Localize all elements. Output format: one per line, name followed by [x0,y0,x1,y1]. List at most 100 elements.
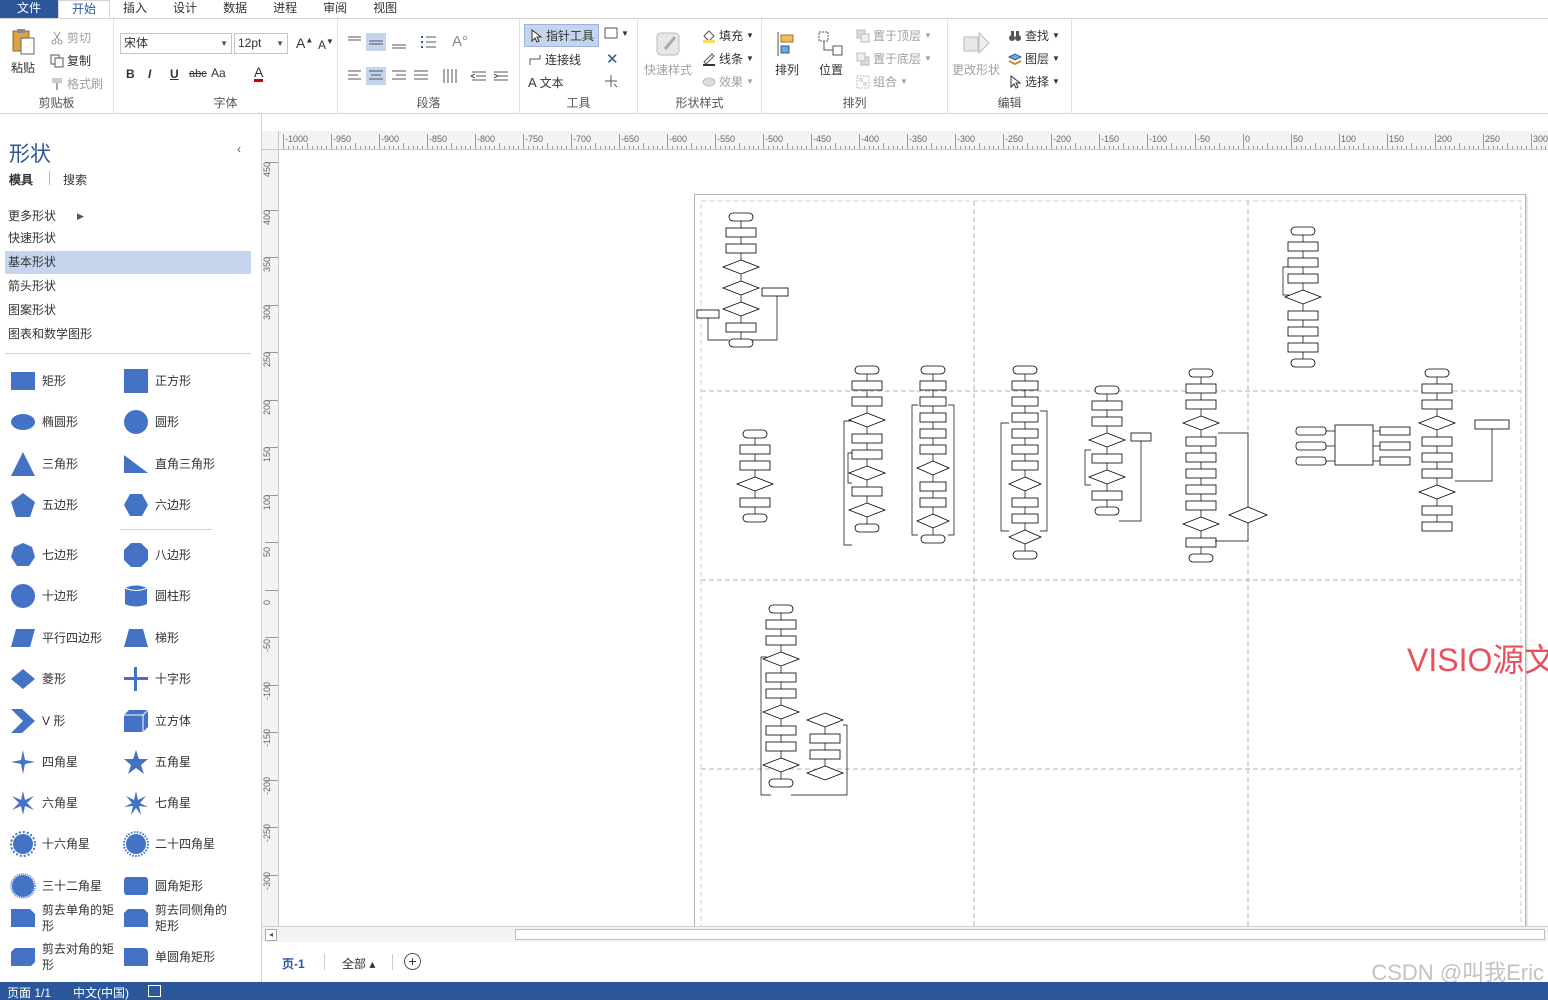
shape-rounded-rectangle[interactable]: 圆角矩形 [123,869,235,903]
add-page-icon[interactable]: + [404,953,421,970]
flow-process[interactable] [919,412,947,423]
flow-terminator[interactable] [854,523,880,533]
flow-terminator[interactable] [1188,368,1214,378]
drawing-page[interactable]: VISIO源文件 [694,194,1548,926]
flow-output[interactable] [1379,441,1411,451]
flow-decision[interactable] [916,460,950,476]
flow-process[interactable] [1185,537,1217,548]
shape-right-triangle[interactable]: 直角三角形 [123,447,235,481]
flow-process[interactable] [1185,383,1217,394]
flow-input[interactable] [1295,456,1327,466]
shape-decagon[interactable]: 十边形 [10,579,122,613]
flow-process[interactable] [1185,500,1217,511]
shape-trapezoid[interactable]: 梯形 [123,621,235,655]
flow-process[interactable] [765,741,797,752]
close-icon[interactable]: ✕ [606,50,619,68]
flow-decision[interactable] [761,651,801,667]
quick-styles-button[interactable]: 快速样式 [644,29,692,78]
shape-cube[interactable]: 立方体 [123,704,235,738]
flow-process[interactable] [851,486,883,497]
find-button[interactable]: 查找 ▼ [1008,27,1060,44]
connector-button[interactable]: 连接线 [528,51,581,68]
flow-decision[interactable] [805,712,845,728]
font-size-select[interactable]: 12pt ▼ [234,33,288,54]
flow-process[interactable] [739,497,771,508]
flow-process[interactable] [1091,453,1123,464]
flow-process[interactable] [739,444,771,455]
flow-decision[interactable] [761,704,801,720]
shape-diamond[interactable]: 菱形 [10,662,122,696]
flow-terminator[interactable] [1012,365,1038,375]
change-case-button[interactable]: Aa [211,66,226,80]
flow-terminator[interactable] [1094,385,1120,395]
tab-insert[interactable]: 插入 [110,0,160,18]
scroll-left-icon[interactable]: ◂ [265,929,277,941]
flow-decision[interactable] [805,765,845,781]
flowchart-drawing[interactable] [695,195,1527,926]
shape-snip-diagonal[interactable]: 剪去对角的矩形 [10,940,122,974]
shape-triangle[interactable]: 三角形 [10,447,122,481]
rectangle-tool-button[interactable]: ▼ [604,26,629,40]
flow-decision[interactable] [1008,476,1042,492]
flow-process[interactable] [1421,383,1453,394]
shape-parallelogram[interactable]: 平行四边形 [10,621,122,655]
flow-decision[interactable] [1008,529,1042,545]
connection-point-icon[interactable] [604,74,618,88]
font-family-select[interactable]: 宋体 ▼ [120,33,232,54]
flow-terminator[interactable] [1424,368,1450,378]
tab-search[interactable]: 搜索 [63,171,87,188]
flow-terminator[interactable] [854,365,880,375]
arrange-button[interactable]: 排列 [772,29,802,78]
drawing-canvas[interactable]: VISIO源文件 [280,150,1548,926]
flow-loop[interactable] [751,296,778,341]
flow-process[interactable] [1011,412,1039,423]
flow-process[interactable] [765,635,797,646]
tab-home[interactable]: 开始 [58,0,111,18]
pointer-tool-button[interactable]: 指针工具 [524,24,600,47]
font-color-button[interactable]: A [254,65,264,82]
flow-loop[interactable] [1040,410,1048,532]
flow-process[interactable] [1130,432,1152,442]
shrink-font-icon[interactable]: A▼ [318,37,334,52]
shape-circle[interactable]: 圆形 [123,405,235,439]
flow-process[interactable] [1287,310,1319,321]
effects-button[interactable]: 效果 ▼ [702,73,754,90]
flow-process[interactable] [1287,273,1319,284]
shape-star4[interactable]: 四角星 [10,745,122,779]
copy-button[interactable]: 复制 [50,52,91,69]
flow-process[interactable] [851,449,883,460]
flow-process[interactable] [1287,326,1319,337]
flow-decision[interactable] [1417,484,1457,500]
flow-process[interactable] [851,380,883,391]
shape-star32[interactable]: 三十二角星 [10,869,122,903]
flow-process[interactable] [1185,436,1217,447]
shape-rectangle[interactable]: 矩形 [10,364,122,398]
tab-review[interactable]: 审阅 [310,0,360,18]
flow-terminator[interactable] [1094,506,1120,516]
flow-process[interactable] [765,619,797,630]
shape-snip-single-corner[interactable]: 剪去单角的矩形 [10,901,122,935]
tab-data[interactable]: 数据 [210,0,260,18]
status-language[interactable]: 中文(中国) [73,984,129,1000]
fill-button[interactable]: 填充 ▼ [702,27,754,44]
bold-button[interactable]: B [126,67,135,81]
flow-process[interactable] [761,287,789,297]
flow-decision[interactable] [735,476,775,492]
flow-process[interactable] [696,309,720,319]
flow-process[interactable] [1421,521,1453,532]
flow-process[interactable] [1011,513,1039,524]
stencil-quick-shapes[interactable]: 快速形状 [5,227,251,250]
flow-decision[interactable] [1181,415,1221,431]
flow-process[interactable] [1421,452,1453,463]
flow-process[interactable] [851,396,883,407]
flow-terminator[interactable] [1012,550,1038,560]
group-button[interactable]: 组合 ▼ [856,73,908,90]
flow-process[interactable] [1421,436,1453,447]
flow-loop[interactable] [1119,441,1142,522]
flow-loop[interactable] [911,404,918,536]
flow-terminator[interactable] [742,429,768,439]
flow-process[interactable] [1287,241,1319,252]
shape-hexagon[interactable]: 六边形 [123,488,235,522]
shape-round-single-corner[interactable]: 单圆角矩形 [123,940,235,974]
flow-process[interactable] [1011,497,1039,508]
